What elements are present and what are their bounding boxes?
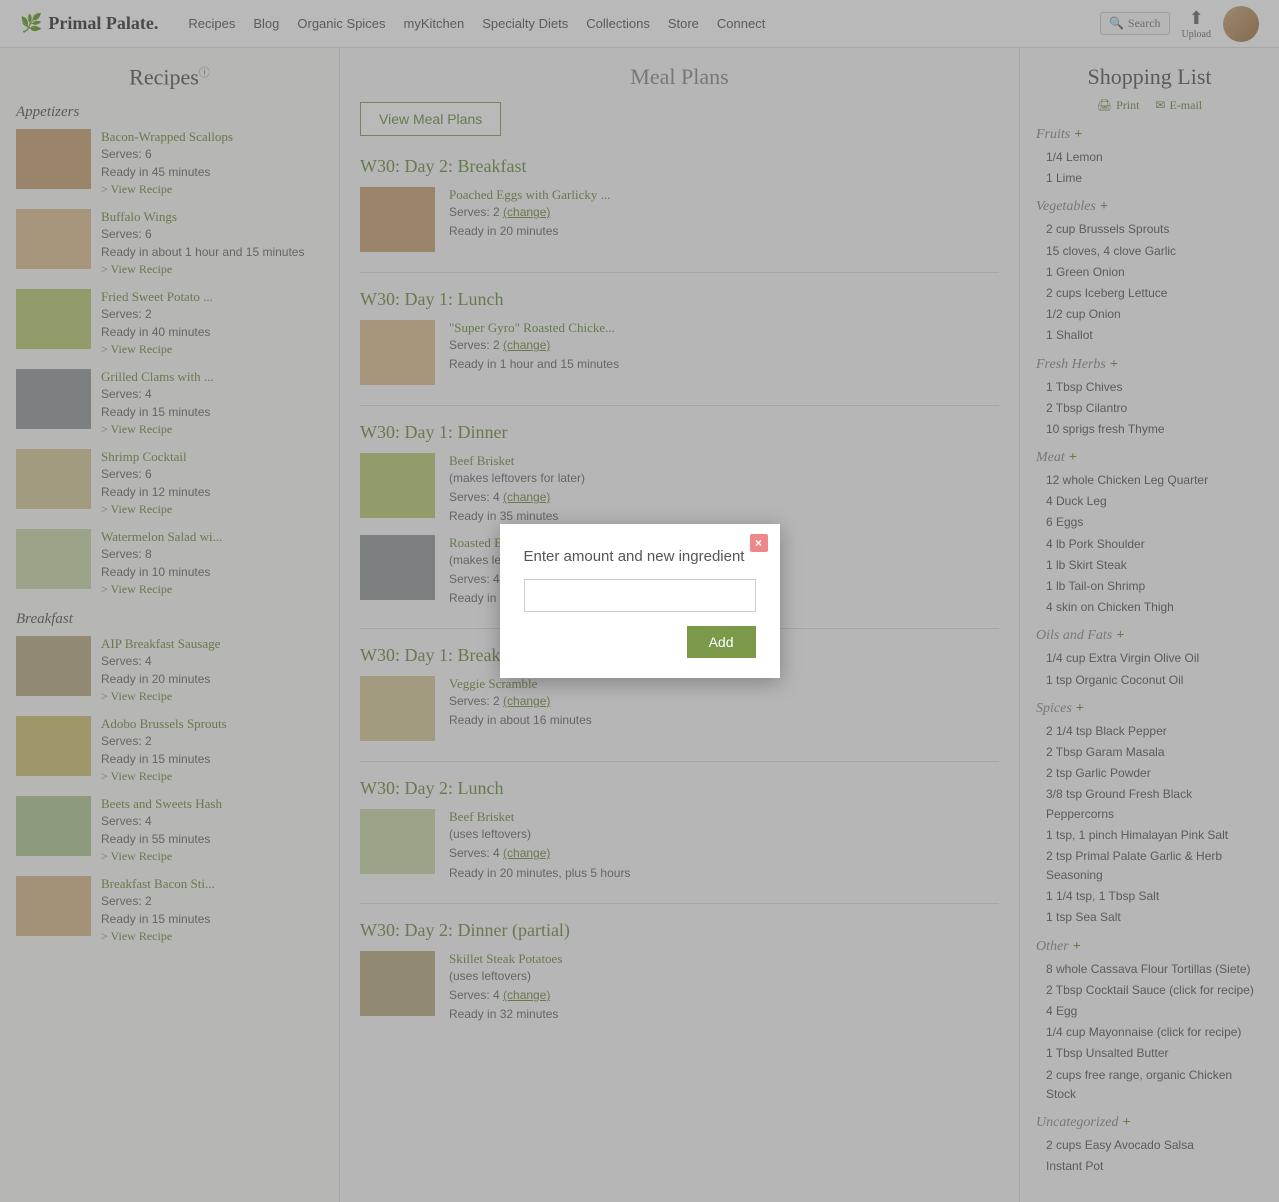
modal-title: Enter amount and new ingredient (524, 548, 756, 565)
modal-close-button[interactable]: × (750, 534, 768, 552)
ingredient-input[interactable] (524, 579, 756, 612)
modal-overlay[interactable]: Enter amount and new ingredient × Add (0, 0, 1279, 1202)
modal-add-button[interactable]: Add (687, 626, 756, 658)
modal: Enter amount and new ingredient × Add (500, 524, 780, 678)
